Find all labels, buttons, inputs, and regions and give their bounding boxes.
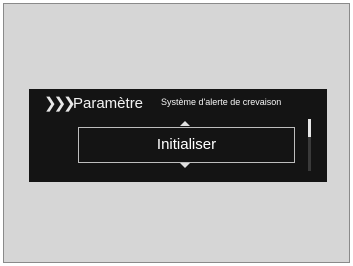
menu-title: Paramètre [73, 95, 144, 112]
triple-chevron-right-icon: ❯❯❯ [44, 95, 76, 112]
scrollbar[interactable] [308, 119, 311, 171]
display-screen: ❯❯❯ Paramètre Système d'alerte de crevai… [29, 89, 327, 182]
page-frame: ❯❯❯ Paramètre Système d'alerte de crevai… [3, 3, 350, 263]
scrollbar-thumb[interactable] [308, 119, 311, 137]
initialise-option-label: Initialiser [156, 136, 217, 153]
arrow-down-icon[interactable] [180, 163, 190, 168]
menu-subtitle: Système d'alerte de crevaison [161, 97, 282, 107]
initialise-option[interactable]: Initialiser [78, 127, 295, 163]
arrow-up-icon[interactable] [180, 121, 190, 126]
